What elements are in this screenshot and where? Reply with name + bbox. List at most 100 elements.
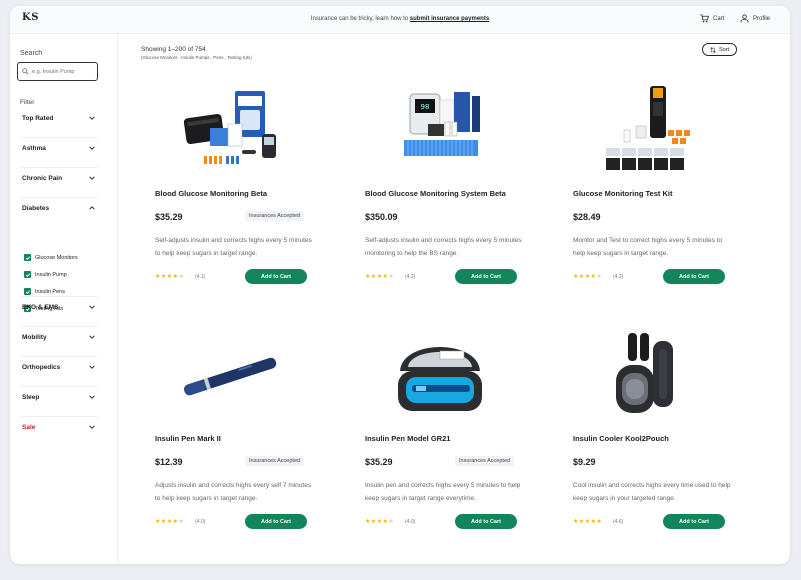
results-count: Showing 1–200 of 754 bbox=[141, 46, 206, 53]
checkbox-glucose-monitors[interactable]: Glucose Monitors bbox=[24, 254, 78, 261]
search-field[interactable] bbox=[17, 62, 98, 81]
top-bar: KS Insurance can be tricky, learn how to… bbox=[10, 6, 790, 34]
product-description: Adjusts insulin and corrects highs every… bbox=[155, 482, 312, 502]
filter-diabetes-label: Diabetes bbox=[22, 205, 50, 212]
checkbox-insulin-pens[interactable]: Insulin Pens bbox=[24, 288, 65, 295]
rating-count: (4.2) bbox=[613, 274, 624, 280]
filter-orthopedics-label: Orthopedics bbox=[22, 364, 61, 371]
product-price: $28.49 bbox=[573, 212, 601, 222]
product-price: $12.39 bbox=[155, 457, 183, 467]
filter-sleep-label: Sleep bbox=[22, 394, 40, 401]
add-to-cart-button[interactable]: Add to Cart bbox=[455, 269, 517, 284]
filter-orthopedics[interactable]: Orthopedics bbox=[20, 357, 98, 387]
filter-mobility-label: Mobility bbox=[22, 334, 47, 341]
search-input[interactable] bbox=[32, 68, 92, 75]
rating-count: (4.0) bbox=[405, 519, 416, 525]
rating-count: (4.6) bbox=[613, 519, 624, 525]
sort-label: Sort bbox=[718, 46, 730, 53]
add-to-cart-button[interactable]: Add to Cart bbox=[455, 514, 517, 529]
star-rating: ★★★★★ bbox=[365, 274, 395, 280]
rating-count: (4.1) bbox=[195, 274, 206, 280]
checkbox-label: Insulin Pump bbox=[35, 271, 67, 278]
filter-label: Filter bbox=[20, 99, 35, 106]
product-card[interactable]: Blood Glucose Monitoring Beta $35.29 Ins… bbox=[155, 86, 330, 306]
product-card[interactable]: Glucose Monitoring Test Kit $28.49 Monit… bbox=[573, 86, 748, 306]
svg-text:98: 98 bbox=[421, 103, 430, 111]
search-icon bbox=[22, 68, 29, 75]
product-title[interactable]: Insulin Cooler Kool2Pouch bbox=[573, 434, 669, 443]
product-title[interactable]: Blood Glucose Monitoring Beta bbox=[155, 189, 267, 198]
rating-count: (4.2) bbox=[405, 274, 416, 280]
filter-sale[interactable]: Sale bbox=[20, 417, 98, 447]
insurance-badge: Insurances Accepted bbox=[245, 211, 305, 221]
insurance-badge: Insurances Accepted bbox=[245, 456, 305, 466]
submit-insurance-link[interactable]: submit insurance payments bbox=[410, 16, 489, 22]
product-price: $35.29 bbox=[365, 457, 393, 467]
star-rating: ★★★★★ bbox=[155, 519, 185, 525]
add-to-cart-button[interactable]: Add to Cart bbox=[245, 269, 307, 284]
insurance-badge: Insurances Accepted bbox=[455, 456, 515, 466]
sort-icon bbox=[710, 46, 716, 53]
product-description: Insulin pen and corrects highs every 5 m… bbox=[365, 482, 521, 502]
chevron-down-icon bbox=[89, 335, 95, 339]
product-title[interactable]: Blood Glucose Monitoring System Beta bbox=[365, 189, 506, 198]
add-to-cart-button[interactable]: Add to Cart bbox=[663, 269, 725, 284]
checkbox-insulin-pump[interactable]: Insulin Pump bbox=[24, 271, 67, 278]
product-description: Self-adjusts insulin and corrects highs … bbox=[365, 237, 522, 257]
product-price: $9.29 bbox=[573, 457, 596, 467]
star-rating: ★★★★★ bbox=[155, 274, 185, 280]
star-rating: ★★★★★ bbox=[573, 274, 603, 280]
filter-ekg-ems-label: EKG & EMS bbox=[22, 304, 59, 311]
product-price: $350.09 bbox=[365, 212, 398, 222]
filter-mobility[interactable]: Mobility bbox=[20, 327, 98, 357]
checkbox-label: Insulin Pens bbox=[35, 288, 65, 295]
sort-button[interactable]: Sort bbox=[702, 43, 737, 56]
product-description: Cool insulin and corrects highs every ti… bbox=[573, 482, 731, 502]
filter-chronic-pain-label: Chronic Pain bbox=[22, 175, 63, 182]
checkbox-checked-icon[interactable] bbox=[24, 271, 31, 278]
chevron-up-icon bbox=[89, 206, 95, 210]
sidebar: Search Filter Top Rated Asthma Chronic P… bbox=[10, 34, 118, 564]
chevron-down-icon bbox=[89, 395, 95, 399]
chevron-down-icon bbox=[89, 116, 95, 120]
product-title[interactable]: Insulin Pen Model GR21 bbox=[365, 434, 450, 443]
active-filters-summary: (Glucose Monitors , Insulin Pumps , Pens… bbox=[141, 55, 252, 60]
checkbox-checked-icon[interactable] bbox=[24, 288, 31, 295]
filter-top-rated[interactable]: Top Rated bbox=[20, 108, 98, 138]
search-label: Search bbox=[20, 50, 43, 57]
filter-asthma[interactable]: Asthma bbox=[20, 138, 98, 168]
insulin-pen-image bbox=[184, 357, 277, 396]
product-card[interactable]: 98 Blood Glucose Monitoring System Beta … bbox=[365, 86, 540, 306]
cart-icon bbox=[700, 14, 709, 23]
product-price: $35.29 bbox=[155, 212, 183, 222]
product-title[interactable]: Insulin Pen Mark II bbox=[155, 434, 221, 443]
glucose-test-kit-image bbox=[606, 86, 690, 170]
chevron-down-icon bbox=[89, 425, 95, 429]
product-card[interactable]: Insulin Cooler Kool2Pouch $9.29 Cool ins… bbox=[573, 331, 748, 551]
insulin-cooler-pouch-image bbox=[616, 333, 673, 413]
filter-sleep[interactable]: Sleep bbox=[20, 387, 98, 417]
app-window: KS Insurance can be tricky, learn how to… bbox=[10, 6, 790, 564]
profile-label: Profile bbox=[753, 15, 771, 22]
chevron-down-icon bbox=[89, 305, 95, 309]
checkbox-checked-icon[interactable] bbox=[24, 254, 31, 261]
add-to-cart-button[interactable]: Add to Cart bbox=[663, 514, 725, 529]
product-description: Monitor and Test to correct highs every … bbox=[573, 237, 723, 257]
insurance-banner: Insurance can be tricky, learn how to su… bbox=[10, 16, 790, 22]
cart-link[interactable]: Cart bbox=[700, 14, 724, 23]
user-icon bbox=[740, 14, 749, 23]
filter-ekg-ems[interactable]: EKG & EMS bbox=[20, 297, 98, 327]
filter-diabetes[interactable]: Diabetes bbox=[20, 198, 98, 297]
product-title[interactable]: Glucose Monitoring Test Kit bbox=[573, 189, 672, 198]
product-card[interactable]: Insulin Pen Mark II $12.39 Insurances Ac… bbox=[155, 331, 330, 551]
filter-chronic-pain[interactable]: Chronic Pain bbox=[20, 168, 98, 198]
product-card[interactable]: Insulin Pen Model GR21 $35.29 Insurances… bbox=[365, 331, 540, 551]
glucose-monitor-system-image: 98 bbox=[404, 92, 480, 156]
chevron-down-icon bbox=[89, 176, 95, 180]
profile-link[interactable]: Profile bbox=[740, 14, 770, 23]
chevron-down-icon bbox=[89, 365, 95, 369]
cart-label: Cart bbox=[713, 15, 725, 22]
star-rating: ★★★★★ bbox=[365, 519, 395, 525]
add-to-cart-button[interactable]: Add to Cart bbox=[245, 514, 307, 529]
filter-top-rated-label: Top Rated bbox=[22, 115, 54, 122]
